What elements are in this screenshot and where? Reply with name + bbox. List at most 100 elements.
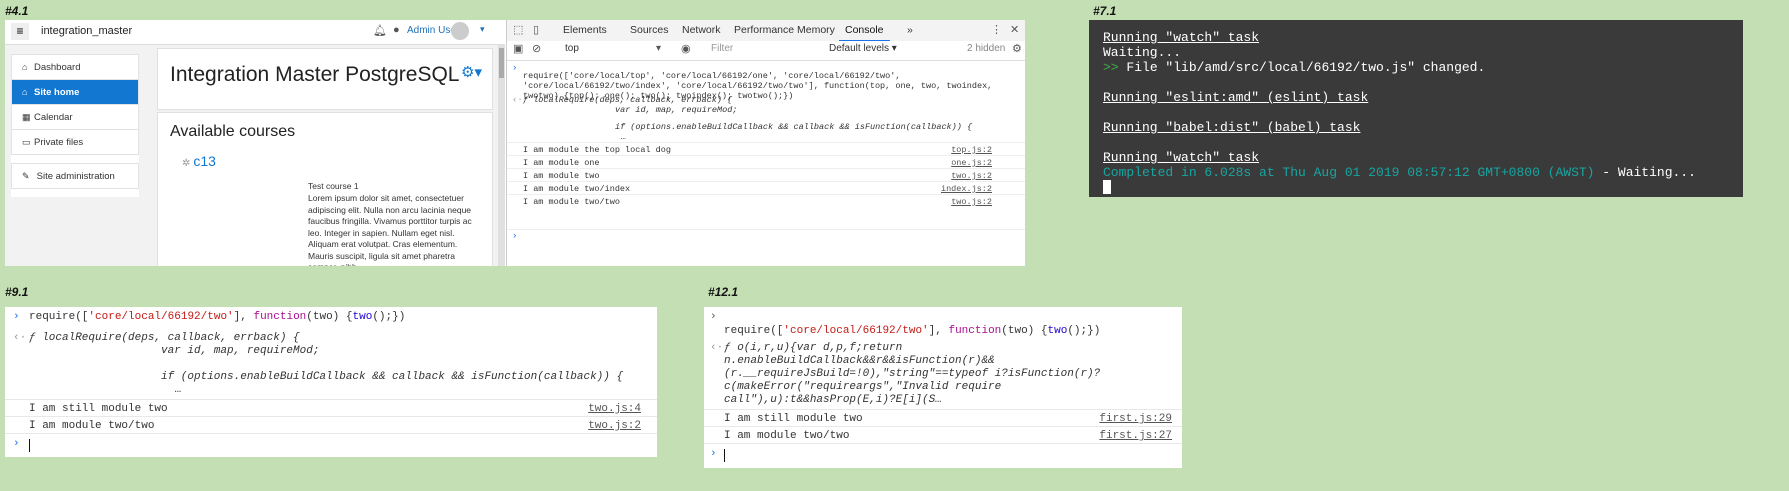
- log-source-link[interactable]: two.js:2: [588, 420, 641, 432]
- terminal-line: Running "watch" task: [1103, 30, 1260, 45]
- prompt-icon: ›: [13, 438, 20, 450]
- return-line: …: [621, 132, 627, 142]
- prompt-icon: ›: [13, 311, 20, 323]
- eye-icon[interactable]: ◉: [681, 42, 691, 55]
- site-name[interactable]: integration_master: [41, 25, 132, 37]
- terminal-line: Completed in 6.028s at Thu Aug 01 2019 0…: [1103, 165, 1696, 180]
- chat-icon[interactable]: ●: [393, 24, 400, 36]
- log-text: I am module two/index: [523, 184, 631, 194]
- log-source-link[interactable]: top.js:2: [951, 145, 992, 155]
- sidebar-toggle-icon[interactable]: ▣: [513, 42, 523, 55]
- inspect-icon[interactable]: ⬚: [513, 23, 523, 36]
- course-name[interactable]: c13: [193, 153, 216, 169]
- log-text: I am module the top local dog: [523, 145, 671, 155]
- console-toolbar: ▣ ⊘ top ◉ Filter Default levels ▾ 2 hidd…: [507, 41, 1025, 61]
- log-source-link[interactable]: first.js:29: [1099, 413, 1172, 425]
- panel-label-12-1: #12.1: [708, 285, 739, 299]
- hidden-count: 2 hidden: [967, 43, 1006, 54]
- terminal-text: - Waiting...: [1594, 165, 1696, 180]
- log-source-link[interactable]: two.js:2: [951, 197, 992, 207]
- terminal-completed: Completed in 6.028s at Thu Aug 01 2019 0…: [1103, 165, 1595, 180]
- terminal-arrow: >>: [1103, 60, 1119, 75]
- panel-label-7-1: #7.1: [1093, 4, 1117, 18]
- avatar[interactable]: [451, 22, 469, 40]
- prompt-icon: ›: [512, 231, 518, 241]
- scrollbar-thumb[interactable]: [499, 48, 504, 78]
- gear-icon[interactable]: ⚙: [1012, 42, 1022, 55]
- console-log-row: I am module two/two first.js:27: [704, 426, 1182, 444]
- text-cursor: [29, 439, 30, 452]
- input-line: require(['core/local/top', 'core/local/6…: [523, 71, 901, 81]
- tab-performance[interactable]: Performance: [734, 24, 794, 36]
- close-icon[interactable]: ✕: [1010, 23, 1019, 36]
- tab-network[interactable]: Network: [682, 24, 721, 36]
- console-prompt-line[interactable]: ›: [507, 229, 1025, 244]
- sidebar-item-site-administration[interactable]: ✎ Site administration: [11, 164, 139, 189]
- page-scrollbar[interactable]: [498, 44, 505, 266]
- browser-screenshot-panel: ≡ integration_master 🔔︎ ● Admin User ▾ ⌂…: [5, 20, 1025, 266]
- bell-icon[interactable]: 🔔︎: [373, 24, 387, 37]
- course-link[interactable]: ✲ c13: [182, 153, 216, 169]
- gear-icon[interactable]: ⚙▾: [461, 63, 482, 81]
- log-source-link[interactable]: two.js:2: [951, 171, 992, 181]
- menu-icon[interactable]: ≡: [11, 23, 29, 40]
- tab-sources[interactable]: Sources: [630, 24, 669, 36]
- page-header: Integration Master PostgreSQL ⚙▾: [157, 48, 493, 110]
- return-line: c(makeError("requireargs","Invalid requi…: [724, 381, 1002, 393]
- sidebar-item-private-files[interactable]: ▭ Private files: [11, 130, 139, 155]
- log-source-link[interactable]: one.js:2: [951, 158, 992, 168]
- console-log-row: I am module two two.js:2: [507, 168, 1025, 182]
- terminal-line: >> File "lib/amd/src/local/66192/two.js"…: [1103, 60, 1485, 75]
- console-log-row: I am module two/index index.js:2: [507, 181, 1025, 195]
- return-line: if (options.enableBuildCallback && callb…: [161, 371, 624, 383]
- console-input-entry: › require(['core/local/66192/two'], func…: [704, 311, 1182, 341]
- device-toggle-icon[interactable]: ▯: [533, 23, 539, 36]
- console-prompt-line[interactable]: ›: [5, 433, 657, 456]
- file-icon: ▭: [22, 137, 31, 147]
- terminal-cursor[interactable]: [1103, 180, 1111, 194]
- console-prompt-line[interactable]: ›: [704, 443, 1182, 466]
- console-input-entry: › require(['core/local/66192/two'], func…: [5, 311, 657, 331]
- return-icon: ‹·: [13, 332, 27, 344]
- panel-label-9-1: #9.1: [5, 285, 29, 299]
- section-heading: Available courses: [170, 123, 296, 140]
- tab-elements[interactable]: Elements: [563, 24, 607, 36]
- log-text: I am module two/two: [523, 197, 620, 207]
- sidebar-item-label: Site home: [34, 87, 80, 98]
- sidebar-item-calendar[interactable]: ▦ Calendar: [11, 105, 139, 130]
- log-text: I am still module two: [29, 403, 168, 415]
- return-line: call"),u):t&&hasProp(E,i)?E[i](S…: [724, 394, 942, 406]
- clear-console-icon[interactable]: ⊘: [532, 42, 541, 55]
- wrench-icon: ✎: [22, 171, 30, 181]
- sidebar-item-label: Site administration: [36, 171, 115, 182]
- sidebar-item-label: Private files: [34, 137, 84, 148]
- devtools-panel: ⬚ ▯ Elements Sources Network Performance Mem…: [506, 20, 1025, 266]
- return-icon: ‹·: [710, 342, 724, 354]
- terminal-text: File "lib/amd/src/local/66192/two.js" ch…: [1118, 60, 1486, 75]
- context-selector[interactable]: top: [565, 43, 665, 56]
- return-line: if (options.enableBuildCallback && callb…: [615, 122, 973, 132]
- sidebar-item-dashboard[interactable]: ⌂ Dashboard: [11, 55, 139, 80]
- more-tabs-button[interactable]: »: [907, 24, 913, 36]
- chevron-down-icon[interactable]: ▾: [480, 24, 485, 35]
- log-source-link[interactable]: two.js:4: [588, 403, 641, 415]
- console-log-row: I am module two/two two.js:2: [5, 416, 657, 434]
- text-cursor: [724, 449, 725, 462]
- available-courses-section: Available courses ✲ c13 Test course 1 Lor…: [157, 112, 493, 266]
- log-source-link[interactable]: first.js:27: [1099, 430, 1172, 442]
- input-line: require(['core/local/66192/two'], functi…: [724, 325, 1101, 337]
- log-text: I am module one: [523, 158, 600, 168]
- levels-dropdown[interactable]: Default levels ▾: [829, 43, 897, 54]
- log-source-link[interactable]: index.js:2: [941, 184, 992, 194]
- console-log-row: I am module one one.js:2: [507, 155, 1025, 169]
- kebab-menu-icon[interactable]: ⋮: [991, 23, 1002, 36]
- top-navbar: ≡ integration_master 🔔︎ ● Admin User ▾: [5, 20, 505, 45]
- tab-memory[interactable]: Memory: [797, 24, 835, 36]
- return-line: var id, map, requireMod;: [161, 345, 320, 357]
- log-text: I am module two: [523, 171, 600, 181]
- sidebar-item-site-home[interactable]: ⌂ Site home: [11, 80, 139, 105]
- filter-input[interactable]: Filter: [707, 43, 821, 56]
- panel-label-4-1: #4.1: [5, 4, 29, 18]
- tab-console[interactable]: Console: [839, 24, 889, 42]
- sidebar: ⌂ Dashboard ⌂ Site home ▦ Calendar ▭ Private fi…: [11, 54, 139, 197]
